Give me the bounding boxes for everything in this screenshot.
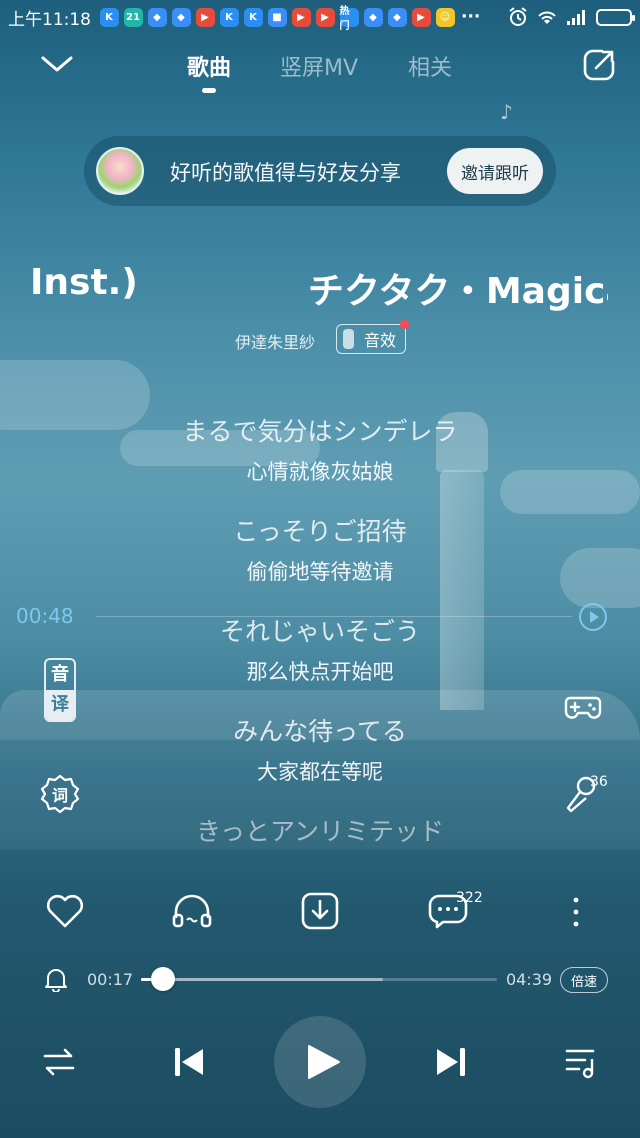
gamepad-icon[interactable] — [564, 690, 602, 724]
lyric-cn-2: 偷偷地等待邀请 — [246, 560, 394, 584]
share-banner[interactable]: 好听的歌值得与好友分享 邀请跟听 — [84, 136, 556, 206]
lyric-jp-3: それじゃいそごう — [219, 617, 420, 646]
like-heart-icon[interactable] — [42, 888, 88, 934]
lyric-jp-2: こっそりご招待 — [233, 517, 407, 546]
lyrics-poster-label: 词 — [51, 786, 68, 805]
play-order-icon[interactable] — [42, 1046, 76, 1078]
playback-speed-button[interactable]: 倍速 — [560, 967, 608, 993]
lyric-jp-5: きっとアンリミテッド — [195, 817, 444, 846]
transliteration-bottom-label: 译 — [46, 690, 74, 720]
app-21-icon: 21 — [123, 7, 143, 27]
lyric-cn-1: 心情就像灰姑娘 — [246, 460, 394, 484]
status-app-icons: K 21 ◆ ◆ ▶ K K ■ ▶ ▶ 热门 ◆ ◆ ▶ ☺ — [97, 6, 457, 32]
play-icon — [308, 1045, 340, 1079]
kuaiyin3-icon: K — [243, 7, 263, 27]
download-icon[interactable] — [297, 888, 343, 934]
seek-play-icon[interactable] — [579, 603, 607, 631]
total-time: 04:39 — [506, 970, 553, 989]
comment-count-badge: 322 — [456, 890, 483, 906]
seek-marker-time: 00:48 — [16, 604, 74, 628]
share-banner-text: 好听的歌值得与好友分享 — [170, 161, 401, 185]
ringtone-bell-icon[interactable] — [44, 966, 68, 992]
video-play3-icon: ▶ — [315, 7, 335, 27]
sound-effect-button[interactable]: 音效 — [336, 320, 409, 354]
artist-name[interactable]: 伊達朱里紗 — [235, 329, 315, 353]
signal-icon — [567, 10, 585, 25]
headphone-listen-icon[interactable] — [169, 888, 215, 934]
tab-song[interactable]: 歌曲 — [187, 50, 231, 82]
alarm-icon — [509, 7, 527, 26]
share-icon[interactable] — [582, 48, 616, 82]
lyric-jp-1: まるで気分はシンデレラ — [182, 417, 458, 446]
video-play-icon: ▶ — [195, 7, 215, 27]
emoji-app-icon: ☺ — [435, 7, 455, 27]
app-blue2-icon: ◆ — [171, 7, 191, 27]
tab-vertical-mv[interactable]: 竖屏MV — [280, 50, 358, 82]
seek-marker-line — [96, 616, 572, 617]
play-button[interactable] — [274, 1016, 366, 1108]
next-track-icon[interactable] — [434, 1044, 468, 1080]
transliteration-top-label: 音 — [51, 664, 69, 685]
app-blue3-icon: ◆ — [363, 7, 383, 27]
transliteration-toggle[interactable]: 音 译 — [44, 658, 76, 722]
progress-knob[interactable] — [150, 967, 175, 991]
artist-row: 伊達朱里紗 音效 — [0, 320, 640, 356]
action-row — [0, 888, 640, 938]
sound-effect-label: 音效 — [364, 331, 397, 350]
song-title-scroll-tail: Inst.) — [30, 262, 138, 303]
wifi-icon — [538, 11, 556, 24]
progress-buffer — [141, 978, 384, 981]
more-vertical-icon[interactable] — [553, 888, 599, 934]
previous-track-icon[interactable] — [172, 1044, 206, 1080]
battery-icon — [596, 8, 635, 26]
invite-listen-button[interactable]: 邀请跟听 — [447, 148, 543, 194]
kuaiyin2-icon: K — [219, 7, 239, 27]
song-title: チクタク・Magical — [308, 271, 608, 312]
tab-related[interactable]: 相关 — [408, 50, 452, 82]
progress-track[interactable] — [141, 978, 497, 981]
lyric-cn-3: 那么快点开始吧 — [246, 660, 394, 684]
kuaiyin-icon: K — [99, 7, 119, 27]
header-tabs: 歌曲 竖屏MV 相关 — [0, 44, 640, 94]
video-play2-icon: ▶ — [291, 7, 311, 27]
current-time: 00:17 — [87, 970, 134, 989]
status-more-icon: ··· — [461, 7, 481, 27]
status-time: 上午11:18 — [8, 9, 91, 30]
playlist-icon[interactable] — [564, 1044, 600, 1080]
playback-controls — [0, 1016, 640, 1108]
karaoke-count: 36 — [590, 774, 608, 790]
app-blue4-icon: ◆ — [387, 7, 407, 27]
app-blue-icon: ◆ — [147, 7, 167, 27]
video-play4-icon: ▶ — [411, 7, 431, 27]
note-icon: ■ — [267, 7, 287, 27]
tab-active-indicator — [202, 88, 216, 93]
lyric-jp-4: みんな待ってる — [233, 717, 407, 746]
status-bar: 上午11:18 K 21 ◆ ◆ ▶ K K ■ ▶ ▶ 热门 ◆ ◆ ▶ ☺ ··· — [0, 0, 640, 34]
effect-toggle-icon — [343, 329, 354, 349]
lyric-cn-4: 大家都在等呢 — [257, 760, 383, 784]
notification-dot — [400, 320, 409, 329]
music-note-icon: ♪ — [500, 100, 513, 124]
lyrics-poster-button[interactable]: 词 — [40, 774, 80, 814]
hot-icon: 热门 — [339, 6, 359, 32]
status-right — [508, 7, 635, 27]
friend-avatar — [96, 147, 144, 195]
